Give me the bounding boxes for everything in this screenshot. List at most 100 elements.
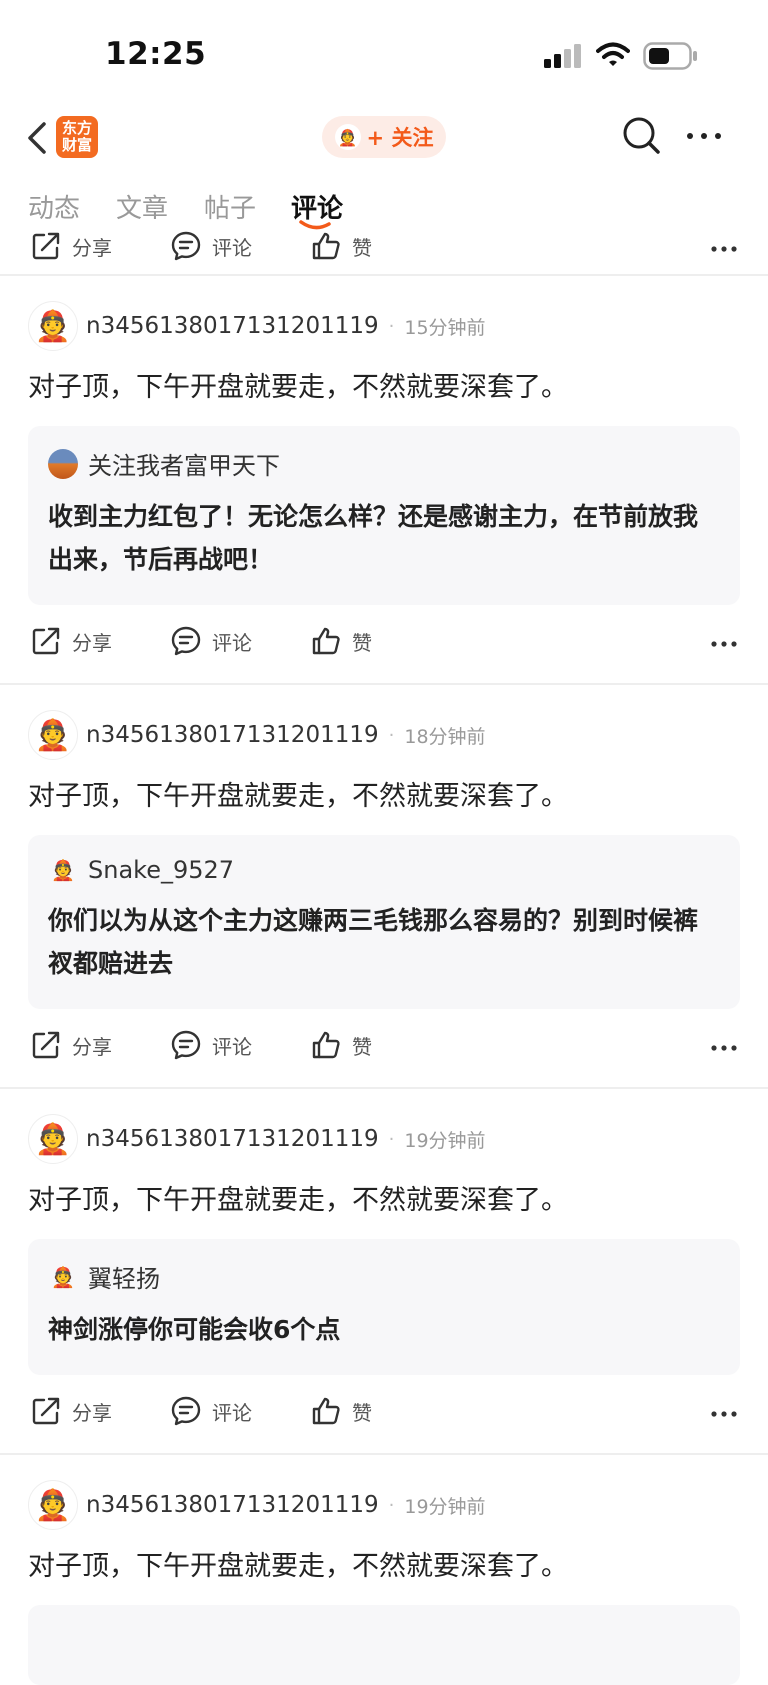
quoted-username[interactable]: 翼轻扬 — [88, 1259, 160, 1294]
battery-icon — [643, 42, 697, 70]
username[interactable]: n3456138017131201119 — [86, 722, 379, 748]
share-button[interactable]: 分享 — [30, 230, 112, 262]
quoted-user: 关注我者富甲天下 — [48, 446, 720, 481]
comment-button[interactable]: 评论 — [170, 1029, 252, 1061]
username[interactable]: n3456138017131201119 — [86, 1492, 379, 1518]
status-bar: 12:25 — [0, 0, 768, 100]
like-label: 赞 — [352, 630, 372, 655]
post-time: 19分钟前 — [404, 1129, 486, 1152]
comment-icon — [171, 231, 201, 261]
like-label: 赞 — [352, 1034, 372, 1059]
wifi-icon — [596, 42, 630, 66]
caishen-avatar-icon: 👲 — [50, 1264, 76, 1289]
thumbs-up-icon — [312, 232, 340, 260]
like-button[interactable]: 赞 — [310, 625, 372, 657]
post-time: 15分钟前 — [404, 316, 486, 339]
quoted-text: 收到主力红包了！无论怎么样？还是感谢主力，在节前放我出来，节后再战吧！ — [48, 502, 699, 574]
avatar[interactable]: 👲 — [28, 710, 78, 760]
action-bar: 分享 评论 赞 — [0, 1383, 768, 1453]
comment-header: 👲 n3456138017131201119 · 18分钟前 — [28, 685, 740, 785]
back-arrow-icon[interactable] — [22, 118, 52, 158]
signal-icon — [544, 44, 581, 68]
comment-text[interactable]: 对子顶，下午开盘就要走，不然就要深套了。 — [28, 1181, 740, 1221]
comment-button[interactable]: 评论 — [170, 1395, 252, 1427]
search-icon[interactable] — [620, 114, 662, 156]
dot-separator: · — [388, 724, 395, 746]
quoted-post[interactable]: 关注我者富甲天下 收到主力红包了！无论怎么样？还是感谢主力，在节前放我出来，节后… — [28, 426, 740, 605]
follow-label: + 关注 — [366, 126, 434, 150]
quoted-post[interactable]: 👲 翼轻扬 神剑涨停你可能会收6个点 — [28, 1239, 740, 1375]
comment-label: 评论 — [212, 235, 252, 260]
comment-text[interactable]: 对子顶，下午开盘就要走，不然就要深套了。 — [28, 1547, 740, 1587]
caishen-avatar-icon: 👲 — [34, 308, 72, 344]
dot-separator: · — [388, 1128, 395, 1150]
comment-item: 👲 n3456138017131201119 · 15分钟前 对子顶，下午开盘就… — [0, 276, 768, 605]
like-label: 赞 — [352, 1400, 372, 1425]
comment-icon — [171, 1396, 201, 1426]
avatar[interactable]: 👲 — [28, 301, 78, 351]
caishen-avatar-icon: 👲 — [50, 858, 76, 882]
more-options-icon[interactable] — [710, 1409, 738, 1419]
share-icon — [32, 1031, 60, 1059]
avatar: 👲 — [48, 1262, 78, 1292]
like-button[interactable]: 赞 — [310, 1395, 372, 1427]
follow-button[interactable]: 👲 + 关注 — [322, 116, 446, 158]
comment-button[interactable]: 评论 — [170, 230, 252, 262]
action-bar: 分享 评论 赞 — [0, 1017, 768, 1087]
caishen-avatar-icon: 👲 — [34, 717, 72, 753]
thumbs-up-icon — [312, 627, 340, 655]
logo-line-2: 财富 — [61, 136, 92, 154]
like-button[interactable]: 赞 — [310, 1029, 372, 1061]
quoted-text: 神剑涨停你可能会收6个点 — [48, 1315, 341, 1344]
comment-label: 评论 — [212, 630, 252, 655]
share-button[interactable]: 分享 — [30, 625, 112, 657]
app-logo: 东方 财富 — [56, 116, 98, 158]
like-label: 赞 — [352, 235, 372, 260]
share-label: 分享 — [72, 1400, 112, 1425]
more-options-icon[interactable] — [710, 639, 738, 649]
quoted-username[interactable]: 关注我者富甲天下 — [88, 446, 280, 481]
username[interactable]: n3456138017131201119 — [86, 313, 379, 339]
like-button[interactable]: 赞 — [310, 230, 372, 262]
comment-icon — [171, 626, 201, 656]
quoted-post[interactable]: 👲 Snake_9527 你们以为从这个主力这赚两三毛钱那么容易的？别到时候裤衩… — [28, 835, 740, 1009]
comment-label: 评论 — [212, 1034, 252, 1059]
thumbs-up-icon — [312, 1031, 340, 1059]
quoted-user: 👲 Snake_9527 — [48, 855, 720, 885]
avatar[interactable]: 👲 — [28, 1114, 78, 1164]
share-button[interactable]: 分享 — [30, 1395, 112, 1427]
avatar — [48, 448, 78, 479]
share-label: 分享 — [72, 235, 112, 260]
share-label: 分享 — [72, 630, 112, 655]
comment-header: 👲 n3456138017131201119 · 15分钟前 — [28, 276, 740, 376]
comment-label: 评论 — [212, 1400, 252, 1425]
caishen-avatar-icon: 👲 — [34, 1121, 72, 1157]
quoted-user: 👲 翼轻扬 — [48, 1259, 720, 1294]
action-bar: 分享 评论 赞 — [0, 613, 768, 683]
more-icon[interactable] — [686, 124, 722, 148]
share-icon — [32, 1397, 60, 1425]
status-time: 12:25 — [105, 36, 207, 72]
comment-header: 👲 n3456138017131201119 · 19分钟前 — [28, 1089, 740, 1189]
logo-line-1: 东方 — [61, 119, 92, 137]
share-button[interactable]: 分享 — [30, 1029, 112, 1061]
dot-separator: · — [388, 315, 395, 337]
quoted-username[interactable]: Snake_9527 — [88, 856, 234, 884]
nav-bar: 东方 财富 👲 + 关注 — [0, 100, 768, 172]
avatar[interactable]: 👲 — [28, 1480, 78, 1530]
caishen-avatar-icon: 👲 — [34, 1487, 72, 1523]
thumbs-up-icon — [312, 1397, 340, 1425]
quoted-post[interactable] — [28, 1605, 740, 1685]
username[interactable]: n3456138017131201119 — [86, 1126, 379, 1152]
share-icon — [32, 232, 60, 260]
comment-icon — [171, 1030, 201, 1060]
more-options-icon[interactable] — [710, 1043, 738, 1053]
comment-button[interactable]: 评论 — [170, 625, 252, 657]
comment-item: 👲 n3456138017131201119 · 19分钟前 对子顶，下午开盘就… — [0, 1455, 768, 1685]
quoted-text: 你们以为从这个主力这赚两三毛钱那么容易的？别到时候裤衩都赔进去 — [48, 906, 699, 978]
dot-separator: · — [388, 1494, 395, 1516]
more-options-icon[interactable] — [710, 244, 738, 254]
post-time: 18分钟前 — [404, 725, 486, 748]
comment-text[interactable]: 对子顶，下午开盘就要走，不然就要深套了。 — [28, 777, 740, 817]
comment-text[interactable]: 对子顶，下午开盘就要走，不然就要深套了。 — [28, 368, 740, 408]
